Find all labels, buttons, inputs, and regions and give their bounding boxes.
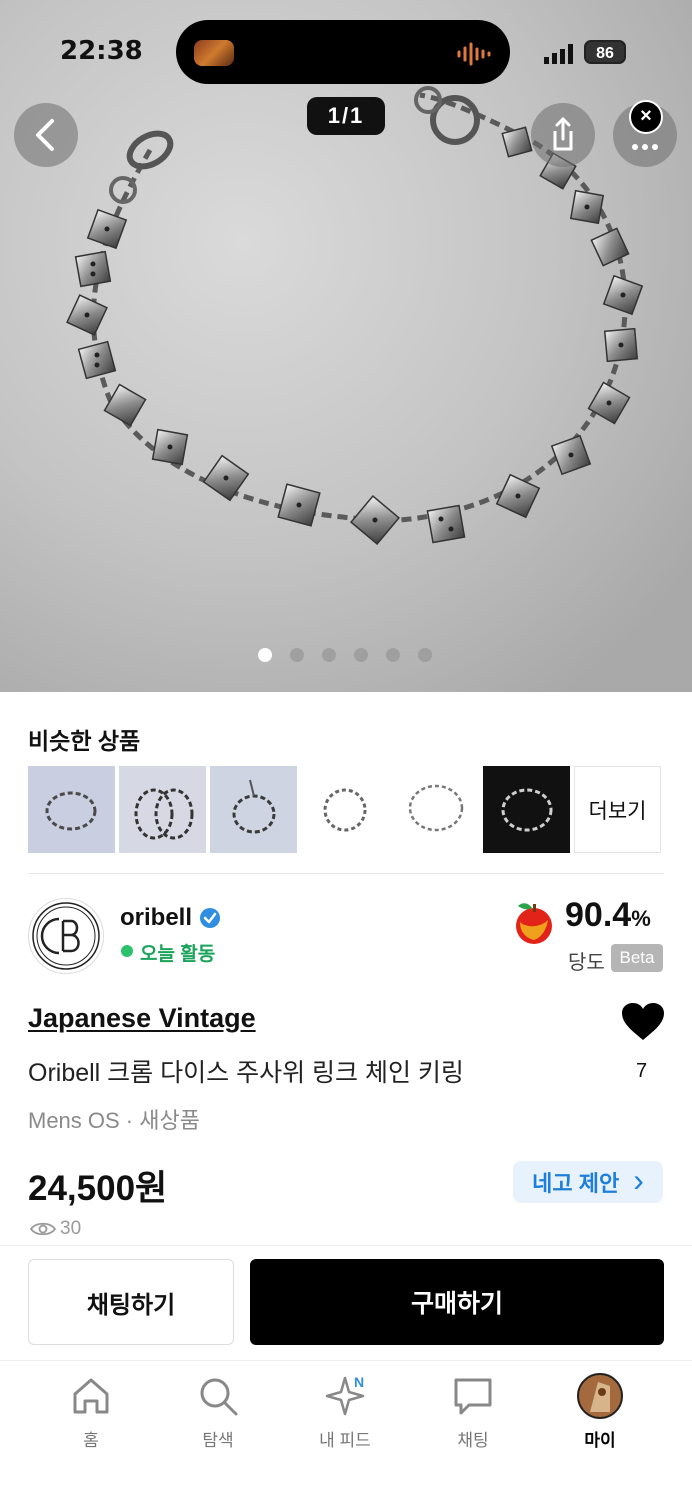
seller-activity: 오늘 활동 — [140, 944, 216, 965]
tab-my-label: 마이 — [584, 1431, 616, 1450]
tab-chat[interactable]: 채팅 — [428, 1372, 518, 1451]
close-icon[interactable]: × — [629, 100, 663, 134]
tab-search[interactable]: 탐색 — [173, 1372, 263, 1451]
similar-item-thumbnail[interactable] — [392, 766, 479, 853]
chat-button[interactable]: 채팅하기 — [28, 1259, 234, 1345]
tab-feed-label: 내 피드 — [319, 1431, 371, 1450]
carousel-dot — [290, 648, 304, 662]
carousel-indicator — [258, 648, 432, 662]
sugar-score-unit: % — [631, 906, 651, 931]
carousel-dot — [258, 648, 272, 662]
dynamic-island — [176, 20, 510, 84]
seller-name[interactable]: oribell — [120, 904, 192, 932]
similar-item-thumbnail[interactable] — [301, 766, 388, 853]
sugar-fruit-icon — [516, 903, 552, 944]
brand-link[interactable]: Japanese Vintage — [28, 1003, 256, 1034]
product-image-carousel[interactable]: 22:38 86 1/1 × — [0, 0, 692, 692]
verified-badge-icon — [200, 908, 220, 928]
tab-chat-label: 채팅 — [457, 1431, 489, 1450]
view-count: 30 — [30, 1218, 81, 1240]
view-count-value: 30 — [60, 1218, 82, 1239]
chat-bubble-icon — [454, 1378, 492, 1415]
search-icon — [200, 1378, 238, 1416]
product-title: Oribell 크롬 다이스 주사위 링크 체인 키링 — [28, 1059, 464, 1087]
tab-feed[interactable]: N 내 피드 — [300, 1372, 390, 1451]
chevron-left-icon — [36, 119, 54, 151]
image-counter: 1/1 — [307, 97, 385, 135]
seller-avatar[interactable] — [28, 898, 104, 974]
beta-badge: Beta — [611, 944, 663, 972]
avatar — [577, 1373, 623, 1419]
new-badge: N — [354, 1374, 365, 1390]
audio-wave-icon — [457, 42, 491, 66]
like-count: 7 — [636, 1060, 648, 1082]
carousel-dot — [354, 648, 368, 662]
make-offer-button[interactable]: 네고 제안 › — [513, 1161, 663, 1203]
signal-icon — [544, 44, 573, 64]
battery-indicator: 86 — [584, 40, 626, 64]
similar-item-thumbnail[interactable] — [210, 766, 297, 853]
share-button[interactable] — [531, 103, 595, 167]
buy-button[interactable]: 구매하기 — [250, 1259, 664, 1345]
similar-item-thumbnail[interactable] — [119, 766, 206, 853]
make-offer-label: 네고 제안 — [532, 1171, 620, 1196]
home-icon — [73, 1378, 109, 1414]
similar-item-thumbnail[interactable] — [483, 766, 570, 853]
now-playing-thumbnail — [194, 40, 234, 66]
carousel-dot — [322, 648, 336, 662]
sugar-label: 당도 — [568, 952, 605, 974]
divider — [28, 873, 664, 874]
tab-home[interactable]: 홈 — [46, 1372, 136, 1451]
share-icon — [553, 117, 573, 151]
carousel-dot — [418, 648, 432, 662]
see-more-button[interactable]: 더보기 — [574, 766, 661, 853]
heart-icon[interactable] — [621, 1002, 665, 1042]
tab-search-label: 탐색 — [202, 1431, 234, 1450]
chevron-right-icon: › — [633, 1162, 644, 1198]
product-price: 24,500원 — [28, 1169, 168, 1208]
eye-icon — [30, 1222, 56, 1236]
online-status-dot — [121, 945, 133, 957]
tab-home-label: 홈 — [83, 1431, 99, 1450]
sugar-score-value: 90.4 — [565, 896, 632, 934]
tab-my[interactable]: 마이 — [555, 1372, 645, 1451]
similar-items-title: 비슷한 상품 — [28, 728, 141, 754]
similar-items-row: 더보기 — [28, 766, 661, 853]
back-button[interactable] — [14, 103, 78, 167]
product-meta: Mens OS · 새상품 — [28, 1108, 200, 1133]
similar-item-thumbnail[interactable] — [28, 766, 115, 853]
carousel-dot — [386, 648, 400, 662]
sugar-score: 90.4% — [565, 896, 651, 935]
status-time: 22:38 — [60, 36, 143, 66]
